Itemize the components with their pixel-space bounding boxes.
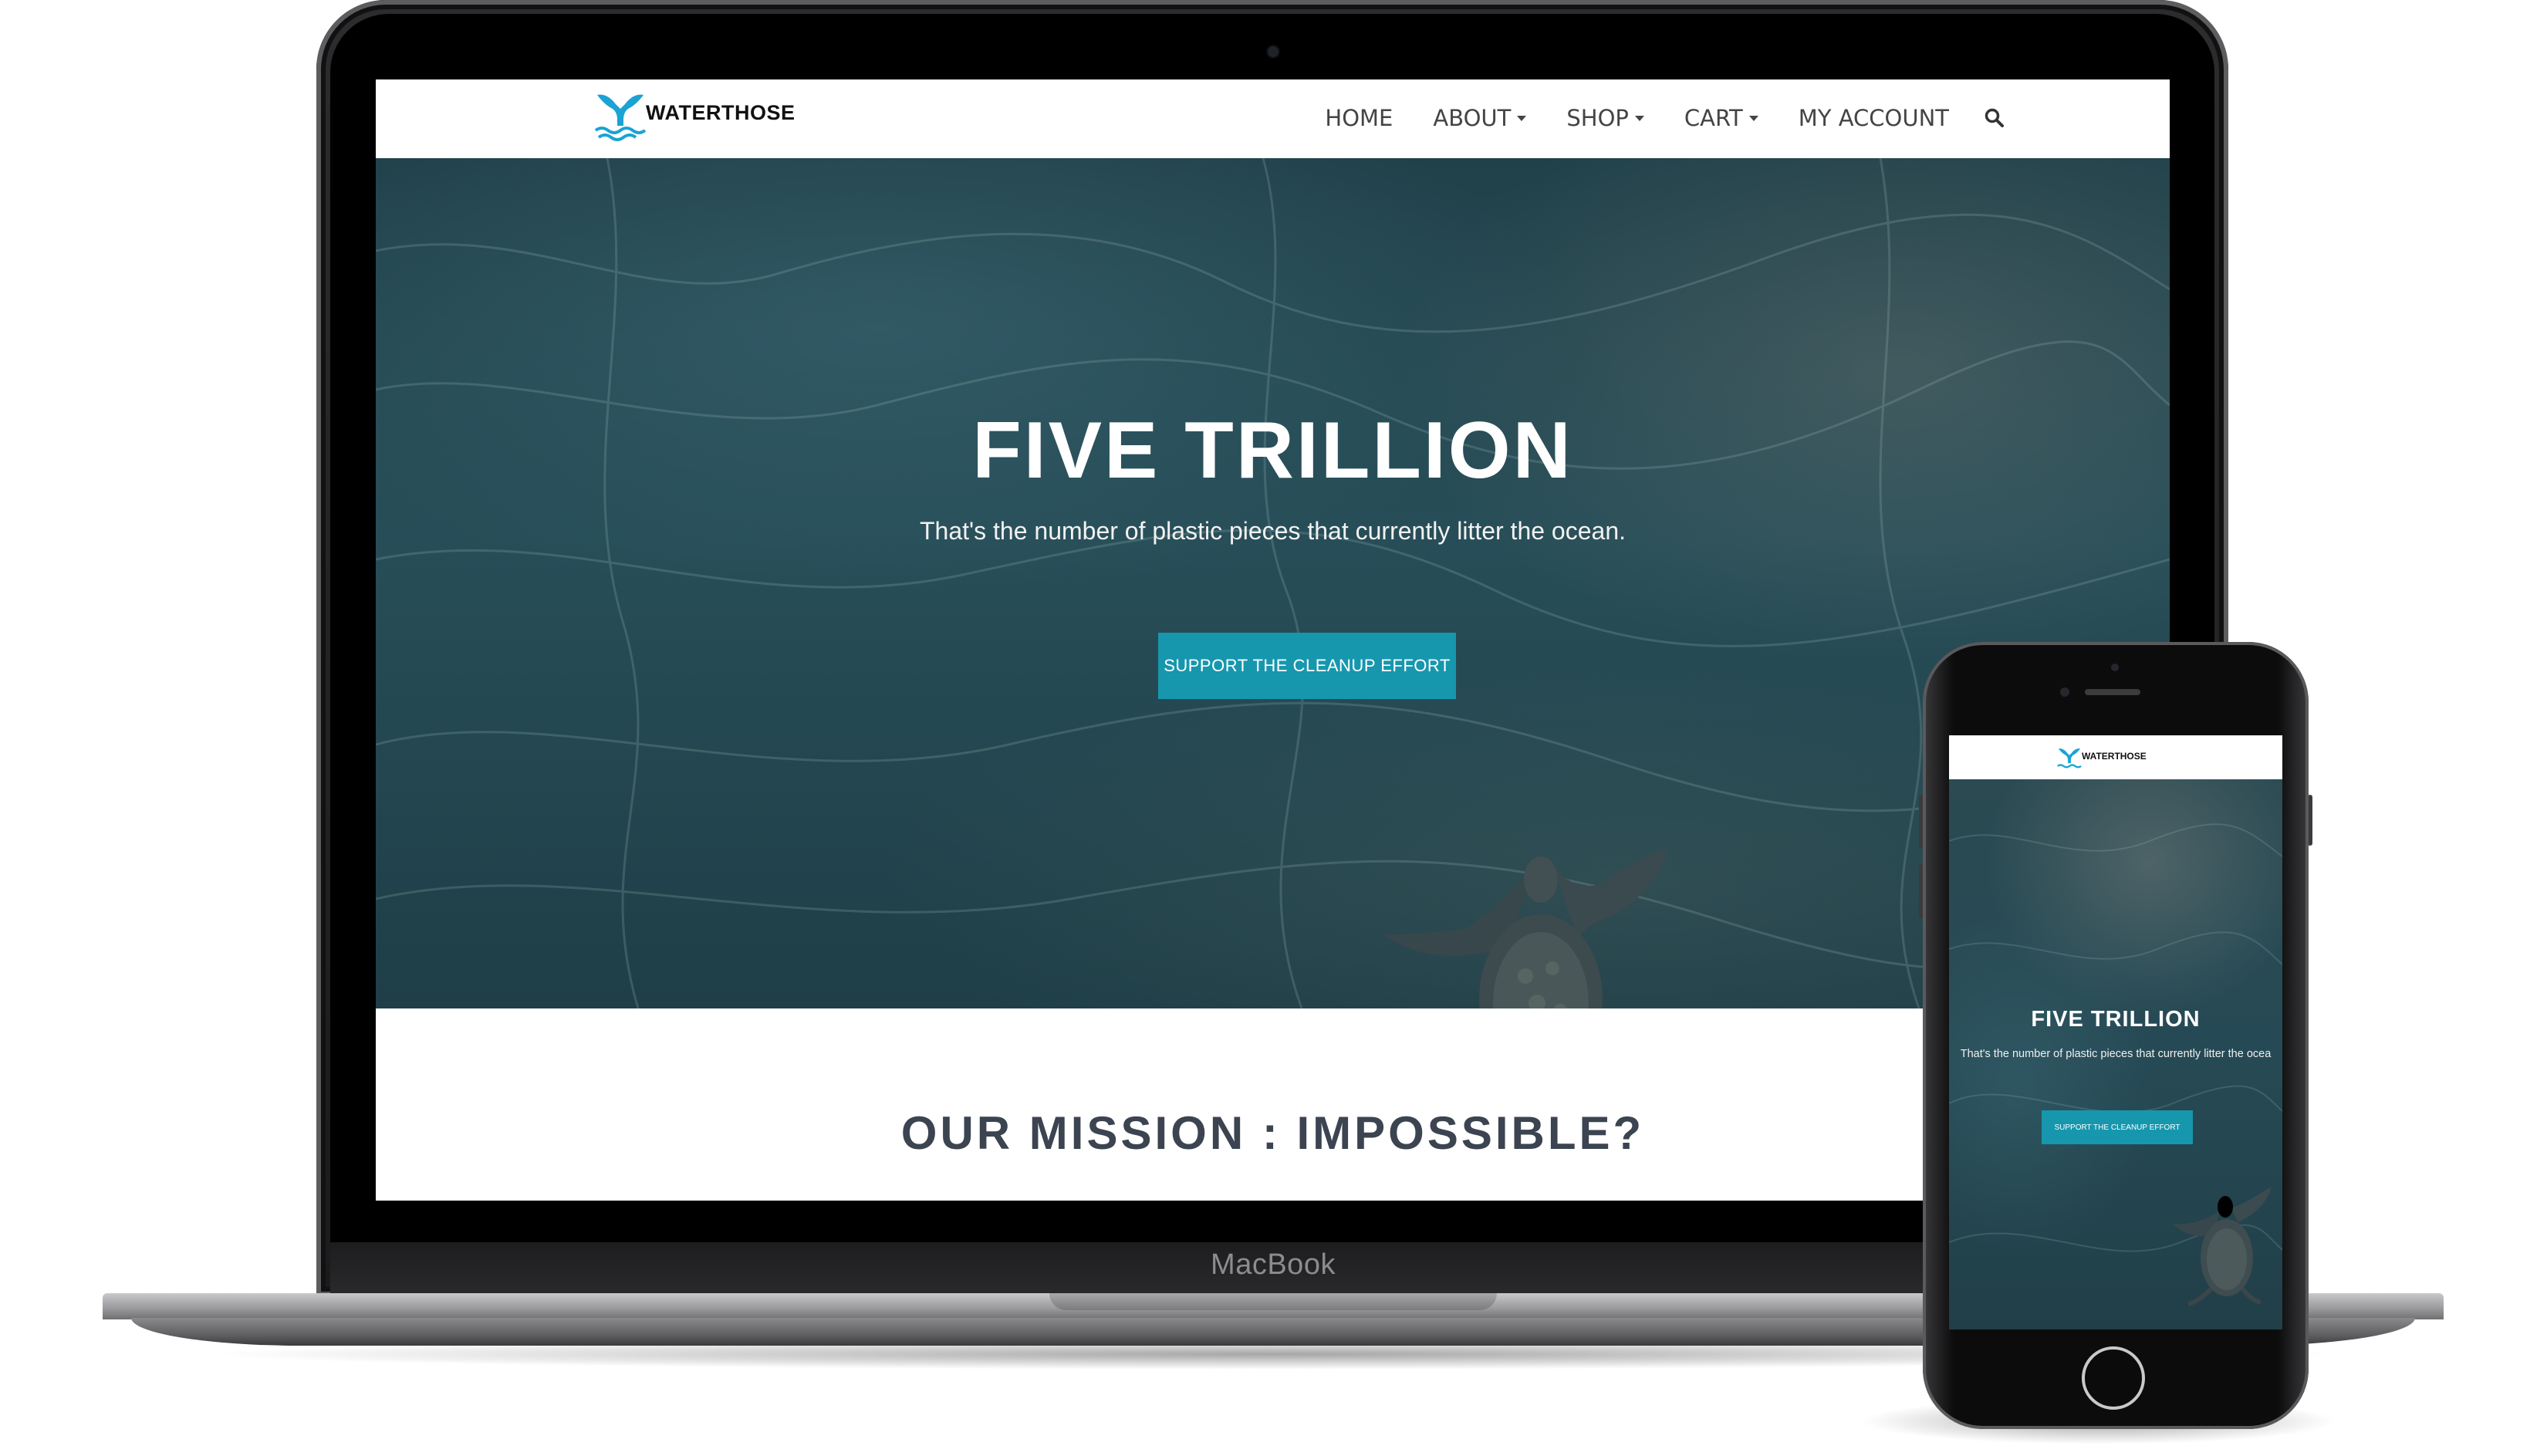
laptop-screen: WATERTHOSE HOME ABOUT SHOP CART MY ACCOU…	[376, 79, 2170, 1201]
mobile-support-cleanup-button[interactable]: SUPPORT THE CLEANUP EFFORT	[2042, 1110, 2193, 1144]
mobile-brand-name[interactable]: WATERTHOSE	[2082, 751, 2147, 762]
laptop-camera	[1268, 46, 1279, 57]
hero-title: FIVE TRILLION	[972, 406, 1573, 495]
caret-down-icon	[1634, 115, 1644, 121]
mobile-navbar: WATERTHOSE	[1949, 735, 2282, 779]
phone-screen: WATERTHOSE FIVE TRILLION That's the numb…	[1949, 735, 2282, 1329]
laptop-opening-notch	[1049, 1293, 1497, 1310]
hero-subtitle: That's the number of plastic pieces that…	[919, 517, 1626, 545]
site-navbar: WATERTHOSE HOME ABOUT SHOP CART MY ACCOU…	[376, 79, 2170, 159]
whale-tail-logo-icon[interactable]	[594, 90, 647, 141]
mission-section	[376, 1008, 2170, 1201]
whale-tail-logo-icon[interactable]	[2057, 746, 2082, 771]
phone-home-button[interactable]	[2082, 1346, 2145, 1410]
phone-front-camera	[2060, 687, 2069, 697]
laptop-brand-label: MacBook	[1211, 1248, 1336, 1281]
water-texture	[376, 158, 2170, 1008]
phone-sensor	[2111, 664, 2119, 671]
main-menu: HOME ABOUT SHOP CART MY ACCOUNT	[1305, 101, 2006, 135]
nav-home-label: HOME	[1325, 105, 1393, 131]
nav-about[interactable]: ABOUT	[1413, 105, 1546, 131]
search-icon[interactable]	[1983, 106, 2006, 130]
phone-speaker	[2085, 689, 2140, 695]
brand-name[interactable]: WATERTHOSE	[646, 101, 796, 129]
nav-my-account-label: MY ACCOUNT	[1798, 105, 1949, 131]
hero-section: FIVE TRILLION That's the number of plast…	[376, 158, 2170, 1008]
support-cleanup-button[interactable]: SUPPORT THE CLEANUP EFFORT	[1158, 633, 1456, 699]
mobile-hero-subtitle: That's the number of plastic pieces that…	[1960, 1048, 2272, 1060]
mobile-hero-title: FIVE TRILLION	[2031, 1007, 2201, 1032]
nav-cart-label: CART	[1684, 105, 1743, 131]
nav-about-label: ABOUT	[1433, 105, 1512, 131]
mobile-hero-section: FIVE TRILLION That's the number of plast…	[1949, 779, 2282, 1329]
sea-turtle-image	[2173, 1187, 2272, 1306]
nav-cart[interactable]: CART	[1664, 105, 1779, 131]
nav-shop-label: SHOP	[1566, 105, 1629, 131]
nav-my-account[interactable]: MY ACCOUNT	[1779, 105, 1969, 131]
mission-heading: OUR MISSION : IMPOSSIBLE?	[900, 1107, 1645, 1159]
caret-down-icon	[1748, 115, 1758, 121]
caret-down-icon	[1517, 115, 1527, 121]
nav-shop[interactable]: SHOP	[1546, 105, 1664, 131]
sea-turtle-image	[1383, 849, 1668, 1008]
nav-home[interactable]: HOME	[1305, 105, 1413, 131]
